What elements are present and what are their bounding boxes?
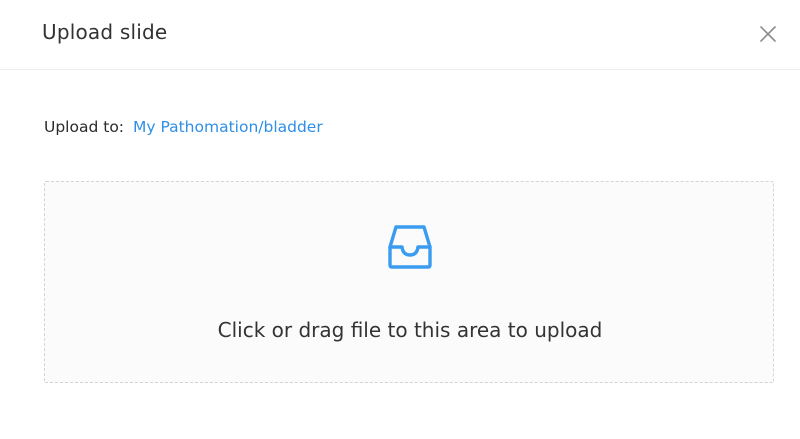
upload-to-label: Upload to:	[44, 118, 125, 136]
close-icon	[760, 26, 776, 42]
upload-slide-dialog: Upload slide Upload to: My Pathomation/b…	[0, 0, 800, 439]
drop-zone-text: Click or drag file to this area to uploa…	[217, 318, 603, 342]
inbox-icon	[388, 225, 432, 269]
upload-destination: Upload to: My Pathomation/bladder	[44, 118, 323, 136]
upload-path-link[interactable]: My Pathomation/bladder	[133, 118, 323, 136]
dialog-title: Upload slide	[42, 20, 168, 44]
file-drop-zone[interactable]: Click or drag file to this area to uploa…	[44, 181, 774, 383]
close-button[interactable]	[752, 18, 784, 50]
dialog-header: Upload slide	[0, 0, 800, 70]
